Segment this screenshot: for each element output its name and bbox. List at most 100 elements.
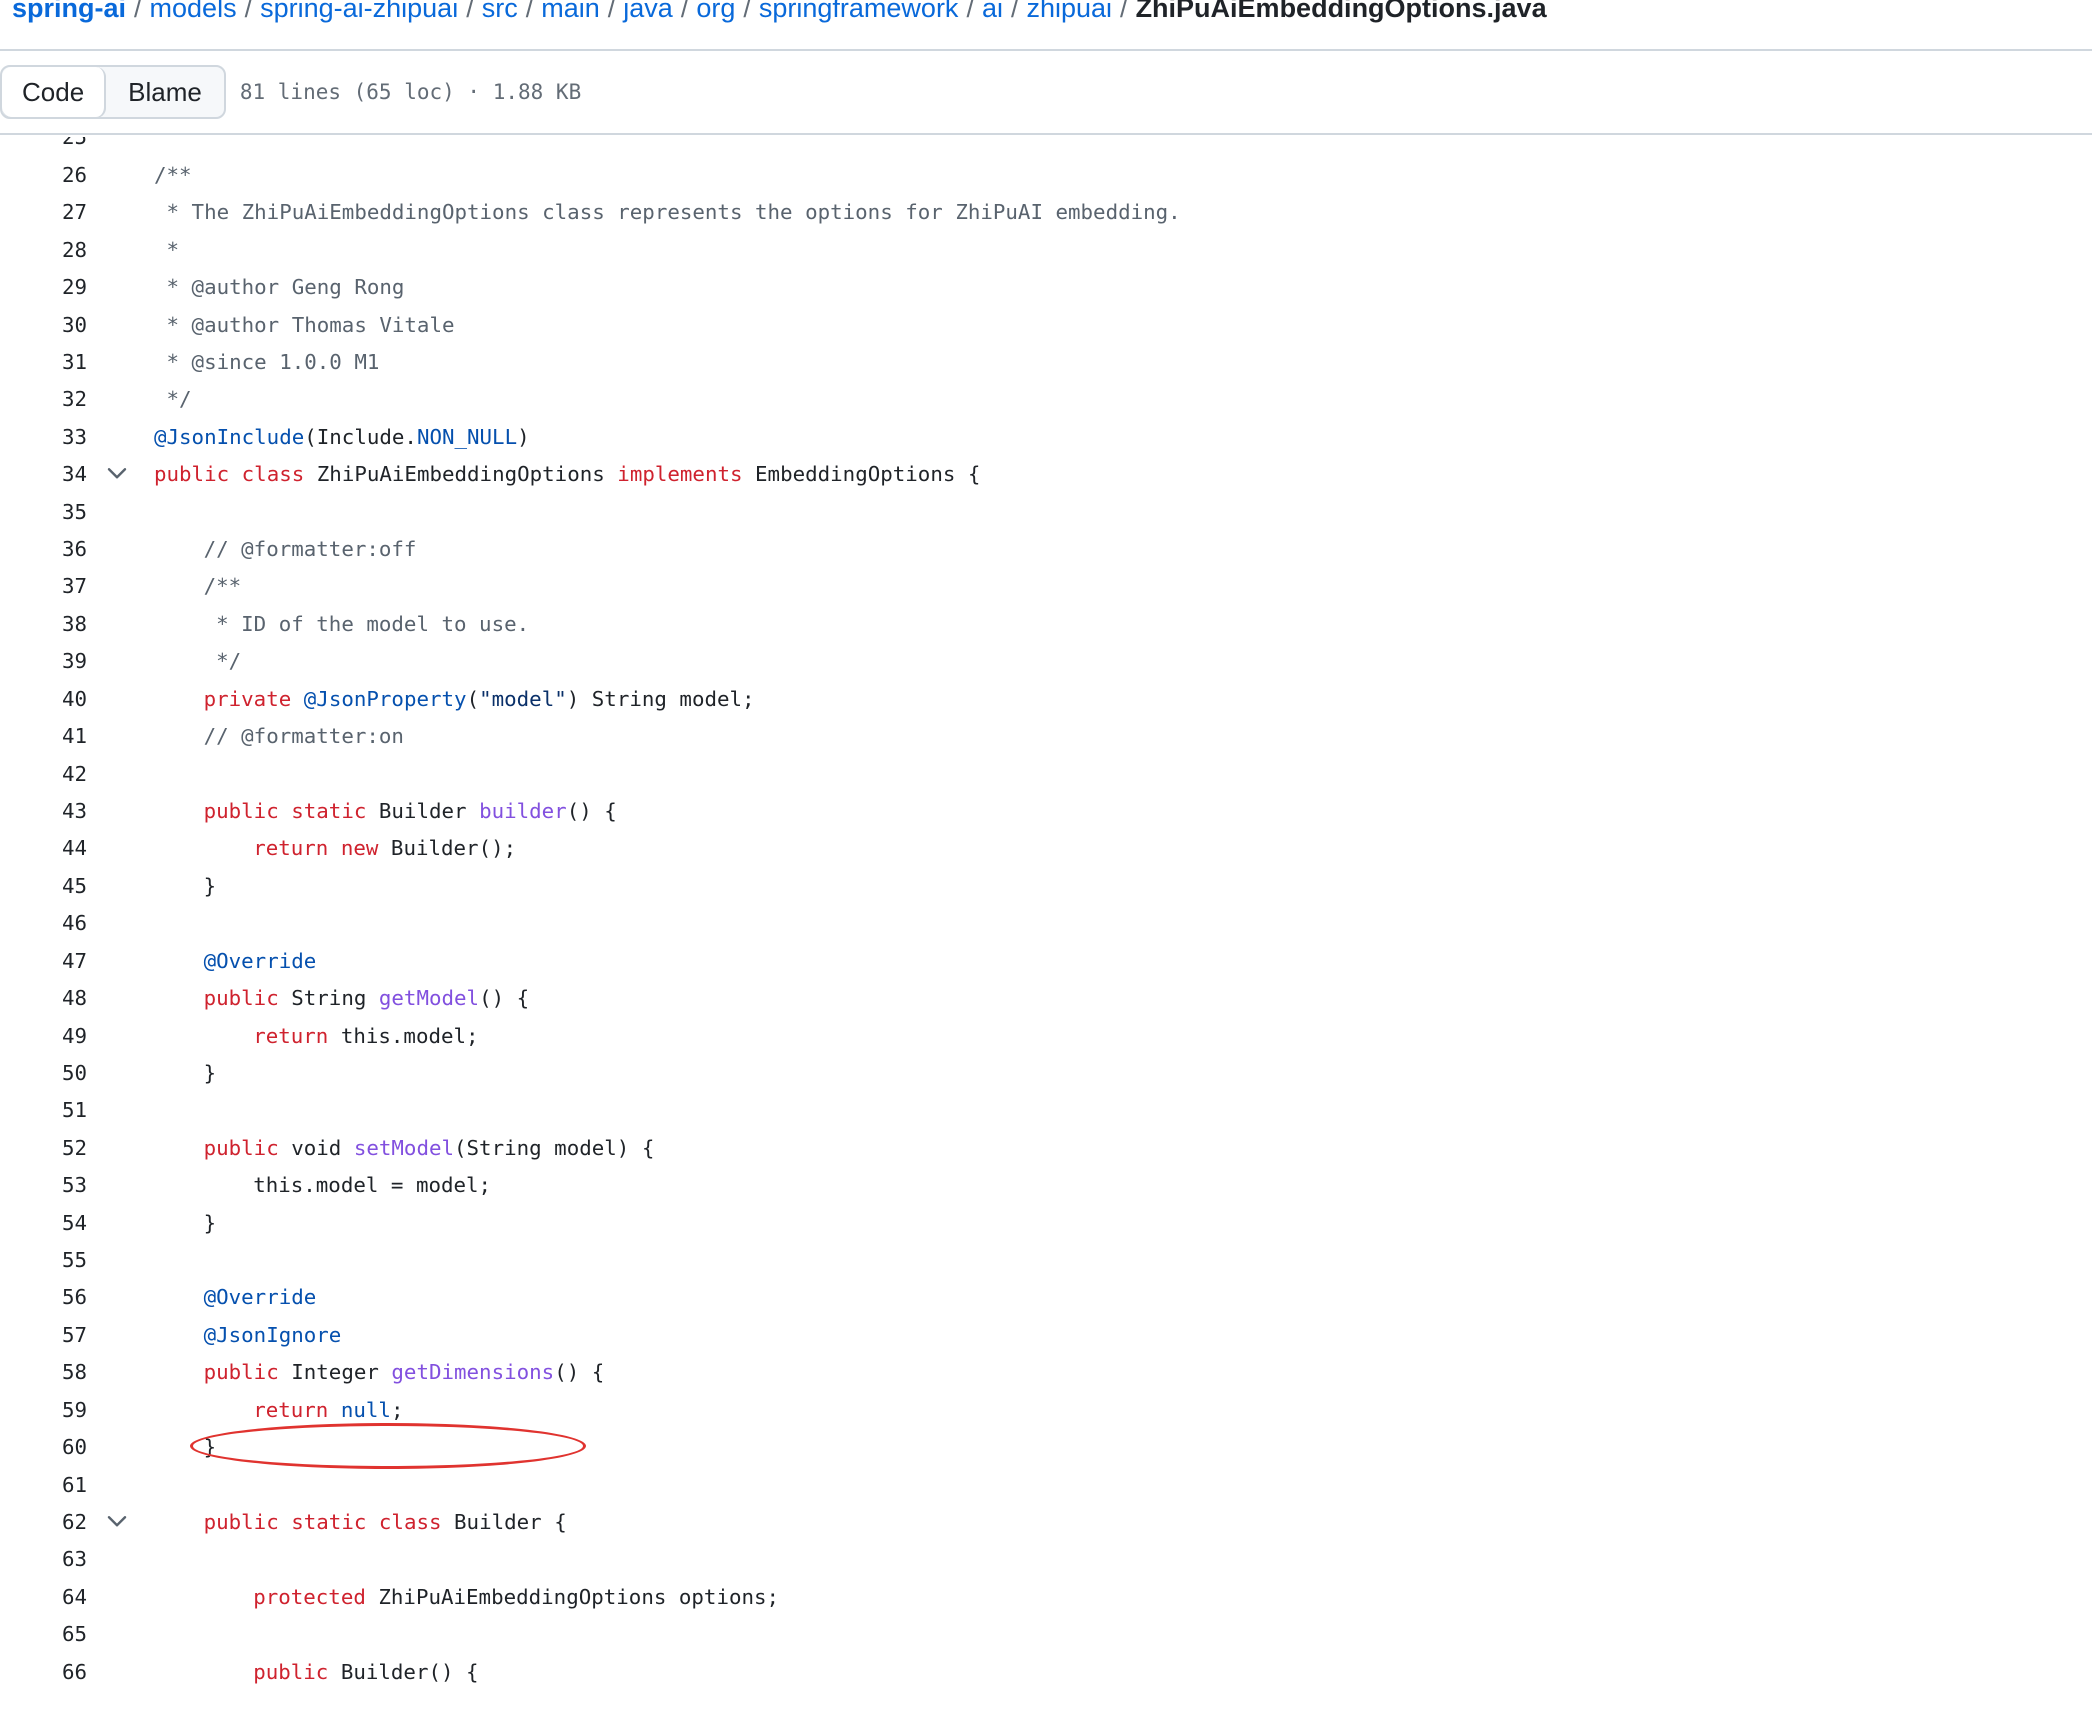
code-line: 32 */ [0, 381, 2092, 419]
line-number[interactable]: 61 [0, 1467, 87, 1505]
code-text: @Override [203, 948, 317, 973]
breadcrumb-separator: / [607, 0, 616, 23]
chevron-down-icon[interactable] [106, 1504, 128, 1542]
code-tab-button[interactable]: Code [2, 67, 107, 117]
breadcrumb-separator: / [680, 0, 689, 23]
code-line: 42 [0, 756, 2092, 794]
line-number[interactable]: 31 [0, 344, 87, 382]
line-number[interactable]: 37 [0, 568, 87, 606]
line-number[interactable]: 25 [0, 137, 87, 157]
line-number[interactable]: 28 [0, 232, 87, 270]
breadcrumb-link-ai[interactable]: ai [982, 0, 1003, 23]
code-text: // @formatter:off [203, 537, 417, 562]
code-line: 52 public void setModel(String model) { [0, 1130, 2092, 1168]
code-text: protected ZhiPuAiEmbeddingOptions option… [253, 1584, 780, 1609]
line-number[interactable]: 62 [0, 1504, 87, 1542]
line-number[interactable]: 27 [0, 194, 87, 232]
code-view[interactable]: 24import org.springframework.ai.embeddin… [0, 137, 2092, 1725]
code-line: 57 @JsonIgnore [0, 1317, 2092, 1355]
breadcrumb-link-java[interactable]: java [623, 0, 673, 23]
breadcrumb-link-src[interactable]: src [482, 0, 518, 23]
line-number[interactable]: 29 [0, 269, 87, 307]
line-number[interactable]: 43 [0, 793, 87, 831]
line-number[interactable]: 39 [0, 643, 87, 681]
breadcrumb-separator: / [1120, 0, 1128, 23]
breadcrumb-link-springframework[interactable]: springframework [759, 0, 959, 23]
line-number[interactable]: 52 [0, 1130, 87, 1168]
line-number[interactable]: 59 [0, 1392, 87, 1430]
code-text: @JsonIgnore [203, 1322, 342, 1347]
code-text: */ [154, 387, 192, 412]
line-number[interactable]: 32 [0, 381, 87, 419]
code-line: 39 */ [0, 643, 2092, 681]
code-line: 38 * ID of the model to use. [0, 606, 2092, 644]
code-text: private @JsonProperty("model") String mo… [203, 686, 755, 711]
breadcrumb-current-file: ZhiPuAiEmbeddingOptions.java [1135, 0, 1547, 23]
code-line: 25 [0, 137, 2092, 157]
line-number[interactable]: 41 [0, 718, 87, 756]
chevron-down-icon[interactable] [106, 456, 128, 494]
line-number[interactable]: 63 [0, 1541, 87, 1579]
code-line: 28 * [0, 232, 2092, 270]
code-line: 26 /** [0, 157, 2092, 195]
line-number[interactable]: 35 [0, 494, 87, 532]
code-line: 65 [0, 1616, 2092, 1654]
line-number[interactable]: 34 [0, 456, 87, 494]
line-number[interactable]: 57 [0, 1317, 87, 1355]
code-line: 46 [0, 905, 2092, 943]
line-number[interactable]: 60 [0, 1429, 87, 1467]
breadcrumb-link-spring-ai-zhipuai[interactable]: spring-ai-zhipuai [260, 0, 458, 23]
code-text: public Integer getDimensions() { [203, 1360, 605, 1385]
line-number[interactable]: 56 [0, 1279, 87, 1317]
code-line: 58 public Integer getDimensions() { [0, 1354, 2092, 1392]
code-line: 40 private @JsonProperty("model") String … [0, 681, 2092, 719]
blame-tab-button[interactable]: Blame [106, 67, 224, 117]
line-number[interactable]: 64 [0, 1579, 87, 1617]
code-line: 45} [0, 868, 2092, 906]
line-number[interactable]: 33 [0, 419, 87, 457]
code-line: 53 this.model = model; [0, 1167, 2092, 1205]
line-number[interactable]: 48 [0, 980, 87, 1018]
breadcrumb-link-models[interactable]: models [150, 0, 237, 23]
breadcrumb: spring-ai / models / spring-ai-zhipuai / src / m… [12, 0, 1547, 28]
line-number[interactable]: 55 [0, 1242, 87, 1280]
code-text: @JsonInclude(Include.NON_NULL) [154, 424, 530, 449]
code-text: public static Builder builder() { [203, 799, 617, 823]
code-text: return null; [253, 1397, 404, 1422]
code-text: public static class Builder { [203, 1510, 567, 1535]
line-number[interactable]: 38 [0, 606, 87, 644]
toolbar-divider [0, 133, 2092, 135]
line-number[interactable]: 66 [0, 1654, 87, 1692]
breadcrumb-link-zhipuai[interactable]: zhipuai [1026, 0, 1112, 23]
line-number[interactable]: 26 [0, 157, 87, 195]
code-text: /** [203, 574, 242, 599]
line-number[interactable]: 46 [0, 905, 87, 943]
line-number[interactable]: 53 [0, 1167, 87, 1205]
line-number[interactable]: 65 [0, 1616, 87, 1654]
file-info: 81 lines (65 loc) · 1.88 KB [239, 80, 582, 104]
line-number[interactable]: 44 [0, 830, 87, 868]
code-line: 37 /** [0, 568, 2092, 606]
code-text: * The ZhiPuAiEmbeddingOptions class repr… [154, 200, 1181, 225]
line-number[interactable]: 36 [0, 531, 87, 569]
line-number[interactable]: 54 [0, 1205, 87, 1243]
code-line: 54} [0, 1205, 2092, 1243]
breadcrumb-link-org[interactable]: org [696, 0, 735, 23]
line-number[interactable]: 49 [0, 1018, 87, 1056]
code-line: 48 public String getModel() { [0, 980, 2092, 1018]
line-number[interactable]: 50 [0, 1055, 87, 1093]
breadcrumb-link-spring-ai[interactable]: spring-ai [12, 0, 126, 23]
breadcrumb-link-main[interactable]: main [541, 0, 600, 23]
line-number[interactable]: 51 [0, 1092, 87, 1130]
line-number[interactable]: 58 [0, 1354, 87, 1392]
code-text: } [203, 1210, 217, 1235]
line-number[interactable]: 45 [0, 868, 87, 906]
code-line: 30 * @author Thomas Vitale [0, 307, 2092, 345]
line-number[interactable]: 47 [0, 943, 87, 981]
code-text: } [203, 1435, 217, 1460]
line-number[interactable]: 42 [0, 756, 87, 794]
code-line: 50} [0, 1055, 2092, 1093]
code-text: // @formatter:on [203, 724, 404, 749]
line-number[interactable]: 30 [0, 307, 87, 345]
line-number[interactable]: 40 [0, 681, 87, 719]
